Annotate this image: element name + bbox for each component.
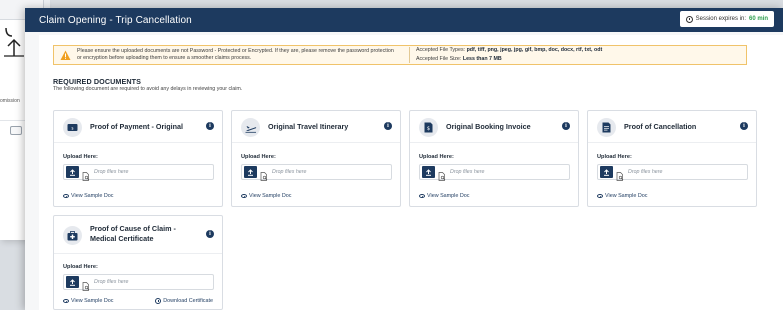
card-title: Proof of Payment - Original (90, 122, 184, 131)
card-title: Original Booking Invoice (446, 122, 531, 131)
info-icon[interactable]: i (740, 122, 748, 130)
document-card-booking-invoice: $ Original Booking Invoice i Upload Here… (409, 110, 579, 207)
upload-label: Upload Here: (63, 264, 98, 270)
drop-placeholder: Drop files here (628, 169, 663, 175)
eye-icon (597, 194, 603, 198)
view-sample-label: View Sample Doc (249, 193, 292, 199)
required-documents-title: REQUIRED DOCUMENTS (53, 77, 142, 86)
file-drop-zone[interactable]: Drop files here (63, 164, 214, 181)
upload-button[interactable] (66, 166, 79, 178)
session-badge: Session expires in: 60 min (679, 11, 774, 27)
view-sample-label: View Sample Doc (71, 193, 114, 199)
card-header: Proof of Cancellation i (588, 111, 756, 143)
warning-divider (409, 47, 410, 63)
file-types-value: pdf, tiff, png, jpeg, jpg, gif, bmp, doc… (466, 47, 603, 53)
upload-label: Upload Here: (419, 154, 454, 160)
svg-text:$: $ (427, 126, 430, 132)
drop-placeholder: Drop files here (94, 169, 129, 175)
card-title-line1: Proof of Cause of Claim - (90, 224, 176, 233)
svg-text:$: $ (71, 126, 73, 130)
required-documents-subtitle: The following document are required to a… (53, 86, 243, 92)
upload-arrow-icon (2, 26, 24, 62)
info-icon[interactable]: i (206, 122, 214, 130)
document-card-proof-of-cancellation: Proof of Cancellation i Upload Here: Dro… (587, 110, 757, 207)
file-size-label: Accepted File Size: (416, 56, 462, 62)
upload-label: Upload Here: (241, 154, 276, 160)
upload-button[interactable] (422, 166, 435, 178)
view-sample-link[interactable]: View Sample Doc (63, 193, 113, 199)
card-header: Original Travel Itinerary i (232, 111, 400, 143)
session-value: 60 min (748, 16, 768, 22)
upload-button[interactable] (66, 276, 79, 288)
view-sample-link[interactable]: View Sample Doc (419, 193, 469, 199)
upload-button[interactable] (244, 166, 257, 178)
download-certificate-label: Download Certificate (163, 298, 213, 304)
document-card-medical-certificate: Proof of Cause of Claim - Medical Certifi… (53, 215, 223, 310)
view-sample-label: View Sample Doc (71, 298, 114, 304)
session-label: Session expires in: (695, 16, 746, 22)
clock-icon (685, 15, 693, 23)
view-sample-label: View Sample Doc (605, 193, 648, 199)
modal-header: Claim Opening - Trip Cancellation Sessio… (25, 8, 783, 32)
background-button[interactable] (10, 126, 22, 135)
document-card-travel-itinerary: Original Travel Itinerary i Upload Here:… (231, 110, 401, 207)
file-search-icon (616, 168, 624, 181)
view-sample-link[interactable]: View Sample Doc (597, 193, 647, 199)
file-search-icon (260, 168, 268, 181)
modal-content: Please ensure the uploaded documents are… (39, 35, 783, 310)
file-drop-zone[interactable]: Drop files here (419, 164, 570, 181)
warning-message: Please ensure the uploaded documents are… (77, 48, 394, 61)
card-header: $ Proof of Payment - Original i (54, 111, 222, 143)
warning-icon (60, 50, 71, 61)
warning-banner: Please ensure the uploaded documents are… (53, 45, 747, 65)
card-title: Proof of Cause of Claim - Medical Certifi… (90, 224, 176, 244)
claim-modal: Claim Opening - Trip Cancellation Sessio… (25, 8, 783, 310)
info-icon[interactable]: i (206, 230, 214, 238)
invoice-icon: $ (419, 118, 438, 137)
file-drop-zone[interactable]: Drop files here (63, 274, 214, 291)
drop-placeholder: Drop files here (450, 169, 485, 175)
upload-label: Upload Here: (63, 154, 98, 160)
card-header: $ Original Booking Invoice i (410, 111, 578, 143)
view-sample-link[interactable]: View Sample Doc (63, 298, 113, 304)
info-icon[interactable]: i (384, 122, 392, 130)
drop-placeholder: Drop files here (272, 169, 307, 175)
card-header: Proof of Cause of Claim - Medical Certifi… (54, 216, 222, 254)
file-drop-zone[interactable]: Drop files here (241, 164, 392, 181)
document-icon (597, 118, 616, 137)
drop-placeholder: Drop files here (94, 279, 129, 285)
upload-label: Upload Here: (597, 154, 632, 160)
file-search-icon (438, 168, 446, 181)
info-icon[interactable]: i (562, 122, 570, 130)
money-icon: $ (63, 118, 82, 137)
card-title: Proof of Cancellation (624, 122, 697, 131)
card-title: Original Travel Itinerary (268, 122, 349, 131)
file-drop-zone[interactable]: Drop files here (597, 164, 748, 181)
eye-icon (241, 194, 247, 198)
modal-title: Claim Opening - Trip Cancellation (39, 14, 192, 26)
eye-icon (63, 299, 69, 303)
eye-icon (63, 194, 69, 198)
file-search-icon (82, 168, 90, 181)
file-size-value: Less than 7 MB (462, 56, 502, 62)
upload-button[interactable] (600, 166, 613, 178)
card-title-line2: Medical Certificate (90, 234, 154, 243)
accepted-files-info: Accepted File Types: pdf, tiff, png, jpe… (416, 46, 602, 64)
view-sample-label: View Sample Doc (427, 193, 470, 199)
file-search-icon (82, 278, 90, 291)
download-certificate-link[interactable]: Download Certificate (155, 298, 213, 304)
plane-icon (241, 118, 260, 137)
background-text: omission (0, 98, 20, 104)
view-sample-link[interactable]: View Sample Doc (241, 193, 291, 199)
download-icon (155, 298, 162, 304)
document-card-proof-of-payment: $ Proof of Payment - Original i Upload H… (53, 110, 223, 207)
eye-icon (419, 194, 425, 198)
file-types-label: Accepted File Types: (416, 47, 466, 53)
medical-kit-icon (63, 226, 82, 245)
